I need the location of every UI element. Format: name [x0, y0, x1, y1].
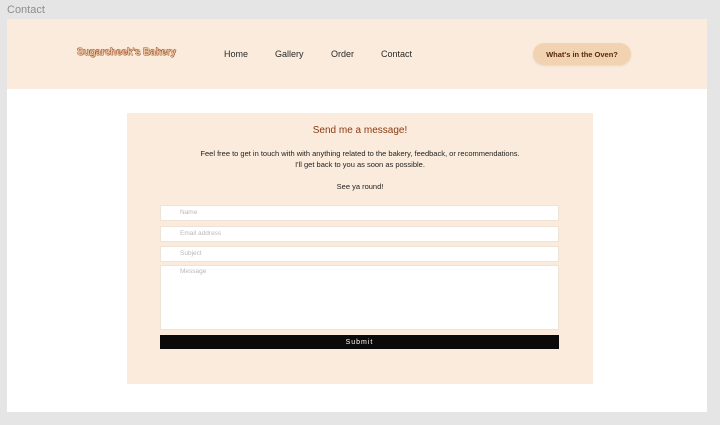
contact-card: Send me a message! Feel free to get in t…: [127, 113, 593, 384]
intro-text-line1: Feel free to get in touch with with anyt…: [200, 149, 520, 158]
nav-link-order[interactable]: Order: [331, 49, 354, 59]
subject-field[interactable]: Subject: [160, 246, 559, 262]
brand-logo[interactable]: Sugarcheek's Bakery: [77, 47, 176, 58]
signoff-text: See ya round!: [336, 182, 384, 191]
intro-text-line2: I'll get back to you as soon as possible…: [295, 160, 425, 169]
nav-link-home[interactable]: Home: [224, 49, 248, 59]
frame-label: Contact: [7, 4, 45, 16]
submit-button[interactable]: Submit: [160, 335, 559, 349]
top-nav: Sugarcheek's Bakery Home Gallery Order C…: [7, 19, 707, 89]
nav-link-contact[interactable]: Contact: [381, 49, 412, 59]
contact-page: Sugarcheek's Bakery Home Gallery Order C…: [7, 19, 707, 412]
whats-in-the-oven-button[interactable]: What's in the Oven?: [533, 43, 631, 65]
message-field[interactable]: Message: [160, 265, 559, 330]
contact-title: Send me a message!: [312, 125, 408, 136]
nav-link-gallery[interactable]: Gallery: [275, 49, 304, 59]
email-field[interactable]: Email address: [160, 226, 559, 242]
name-field[interactable]: Name: [160, 205, 559, 221]
